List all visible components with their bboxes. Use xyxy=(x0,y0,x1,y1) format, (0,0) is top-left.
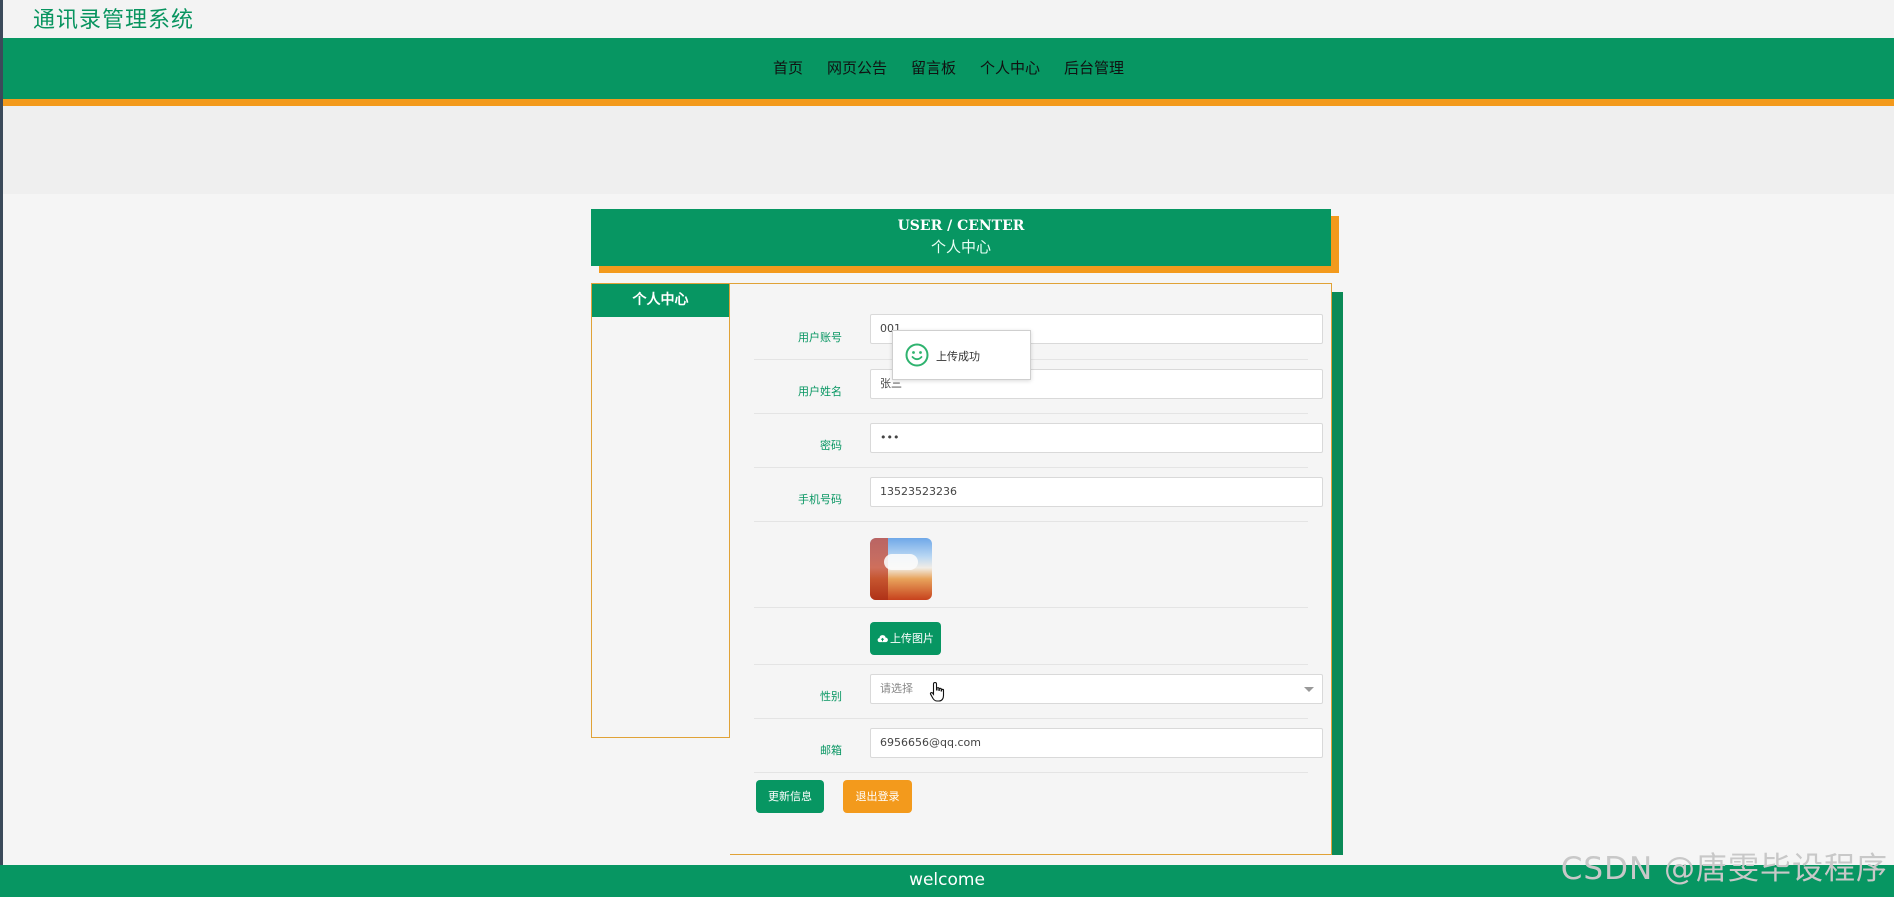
form-row-account: 用户账号 001 xyxy=(754,310,1323,360)
cloud-upload-icon xyxy=(877,635,888,643)
form-row-gender: 性别 请选择 xyxy=(754,665,1323,719)
nav-item-personal-center[interactable]: 个人中心 xyxy=(980,57,1040,78)
nav-item-home[interactable]: 首页 xyxy=(773,57,803,78)
upload-image-button[interactable]: 上传图片 xyxy=(870,622,941,655)
form-row-email: 邮箱 6956656@qq.com xyxy=(754,719,1323,773)
topbar: 通讯录管理系统 xyxy=(3,0,1894,38)
chevron-down-icon xyxy=(1304,687,1314,692)
gender-placeholder: 请选择 xyxy=(880,682,913,695)
account-label: 用户账号 xyxy=(798,331,842,344)
user-center-header: USER / CENTER 个人中心 xyxy=(591,209,1331,266)
upload-success-toast: 上传成功 xyxy=(892,330,1031,380)
profile-form: 用户账号 001 用户姓名 张三 密码 ••• 手机号码 13523523236… xyxy=(730,283,1332,855)
gender-label: 性别 xyxy=(820,690,842,703)
form-row-name: 用户姓名 张三 xyxy=(754,360,1323,414)
header-title-en: USER / CENTER xyxy=(897,218,1025,234)
email-label: 邮箱 xyxy=(820,744,842,757)
form-row-password: 密码 ••• xyxy=(754,414,1323,468)
hand-pointer-icon xyxy=(929,681,945,702)
email-field[interactable]: 6956656@qq.com xyxy=(870,728,1323,758)
smile-icon xyxy=(905,343,929,367)
form-row-avatar xyxy=(754,522,1308,608)
toast-text: 上传成功 xyxy=(936,350,980,363)
sidebar: 个人中心 xyxy=(591,283,730,738)
nav-item-announcements[interactable]: 网页公告 xyxy=(827,57,887,78)
panel-shadow xyxy=(1332,292,1343,855)
banner-area xyxy=(3,106,1894,194)
form-row-upload: 上传图片 xyxy=(754,608,1308,665)
password-field[interactable]: ••• xyxy=(870,423,1323,453)
header-title-cn: 个人中心 xyxy=(930,238,991,256)
nav-item-admin[interactable]: 后台管理 xyxy=(1064,57,1124,78)
name-label: 用户姓名 xyxy=(798,385,842,398)
update-info-button[interactable]: 更新信息 xyxy=(756,780,824,813)
password-label: 密码 xyxy=(820,439,842,452)
upload-button-label: 上传图片 xyxy=(890,632,934,645)
avatar-tree xyxy=(870,538,888,600)
nav-item-message-board[interactable]: 留言板 xyxy=(911,57,956,78)
phone-field[interactable]: 13523523236 xyxy=(870,477,1323,507)
sidebar-item-personal-center[interactable]: 个人中心 xyxy=(592,284,729,317)
avatar-cloud xyxy=(884,554,918,570)
site-title: 通讯录管理系统 xyxy=(33,8,195,33)
avatar-image xyxy=(870,538,932,600)
watermark: CSDN @唐雯毕设程序 xyxy=(1560,851,1888,887)
phone-label: 手机号码 xyxy=(798,493,842,506)
form-row-phone: 手机号码 13523523236 xyxy=(754,468,1323,522)
form-actions: 更新信息 退出登录 xyxy=(730,780,1330,814)
logout-button[interactable]: 退出登录 xyxy=(843,780,912,813)
footer-text: welcome xyxy=(909,870,985,890)
main-nav: 首页 网页公告 留言板 个人中心 后台管理 xyxy=(3,38,1894,106)
